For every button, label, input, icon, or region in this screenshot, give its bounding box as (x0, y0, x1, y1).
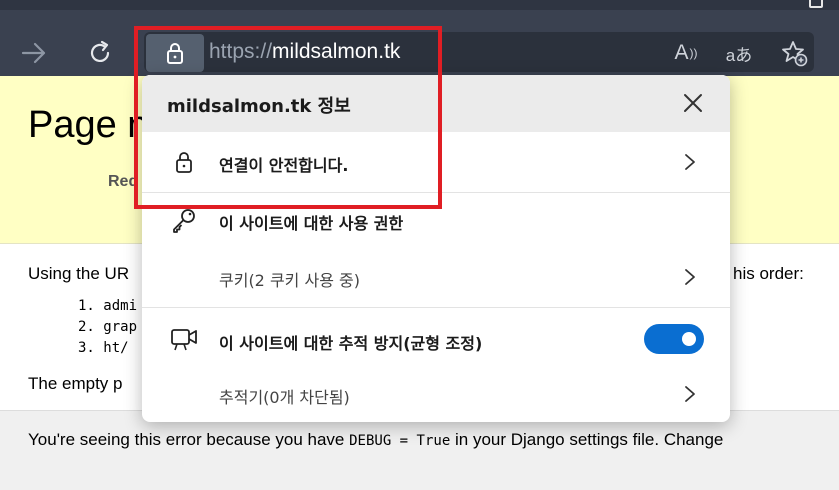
url-scheme: https:// (209, 40, 273, 63)
read-aloud-button[interactable]: A)) (671, 38, 701, 68)
cookies-row[interactable]: 쿠키(2 쿠키 사용 중) (142, 245, 730, 307)
popup-header: mildsalmon.tk 정보 (142, 75, 730, 132)
permissions-heading: 이 사이트에 대한 사용 권한 (219, 214, 404, 233)
tab-strip (0, 0, 839, 10)
url-pattern: 2. grap (78, 319, 138, 335)
star-add-icon (782, 41, 808, 67)
site-info-button[interactable] (146, 34, 204, 72)
toggle-knob (682, 332, 696, 346)
tracking-prevention-toggle[interactable] (644, 324, 704, 354)
translate-button[interactable]: aあ (724, 38, 754, 68)
url-domain: mildsalmon.tk (272, 40, 401, 63)
chevron-right-icon (682, 267, 698, 287)
url-text[interactable]: https://mildsalmon.tk (209, 40, 400, 64)
close-icon (684, 94, 702, 112)
trackers-label: 추적기(0개 차단됨) (219, 388, 350, 407)
forward-button[interactable] (17, 36, 51, 70)
tracking-prevention-row: 이 사이트에 대한 추적 방지(균형 조정) (142, 308, 730, 370)
request-label: Req (108, 173, 139, 190)
site-info-popup: mildsalmon.tk 정보 연결이 안전합니다. 이 사이트에 대한 사용… (142, 75, 730, 422)
cookies-label: 쿠키(2 쿠키 사용 중) (219, 271, 360, 290)
debug-footer-text: You're seeing this error because you hav… (28, 430, 723, 450)
footer-text-start: You're seeing this error because you hav… (28, 430, 350, 449)
chevron-right-icon (682, 384, 698, 404)
page-title: Page n (28, 104, 149, 146)
camera-icon (170, 325, 198, 353)
permissions-row: 이 사이트에 대한 사용 권한 (142, 193, 730, 245)
intro-text-tail: his order: (733, 264, 804, 283)
lock-icon (167, 43, 183, 64)
connection-status: 연결이 안전합니다. (219, 156, 349, 175)
popup-title: mildsalmon.tk 정보 (167, 96, 351, 117)
chevron-right-icon (682, 152, 698, 172)
tracking-prevention-label: 이 사이트에 대한 추적 방지(균형 조정) (219, 334, 483, 353)
favorite-button[interactable] (779, 38, 809, 68)
lock-icon (170, 148, 198, 176)
restore-window-icon[interactable] (809, 0, 823, 8)
url-pattern: 3. ht/ (78, 340, 129, 356)
empty-path-text: The empty p (28, 374, 123, 393)
url-pattern: 1. admi (78, 298, 138, 314)
refresh-button[interactable] (83, 36, 117, 70)
close-button[interactable] (680, 90, 706, 116)
intro-text: Using the UR (28, 264, 130, 283)
arrow-right-icon (21, 42, 46, 64)
refresh-icon (90, 40, 110, 62)
read-aloud-icon: A (674, 41, 689, 64)
translate-icon: aあ (725, 45, 753, 65)
debug-setting-code: DEBUG = True (349, 433, 451, 449)
footer-text-end: in your Django settings file. Change (450, 430, 724, 449)
trackers-row[interactable]: 추적기(0개 차단됨) (142, 370, 730, 422)
connection-secure-row[interactable]: 연결이 안전합니다. (142, 132, 730, 192)
debug-footer (0, 410, 839, 490)
key-icon (170, 206, 198, 234)
